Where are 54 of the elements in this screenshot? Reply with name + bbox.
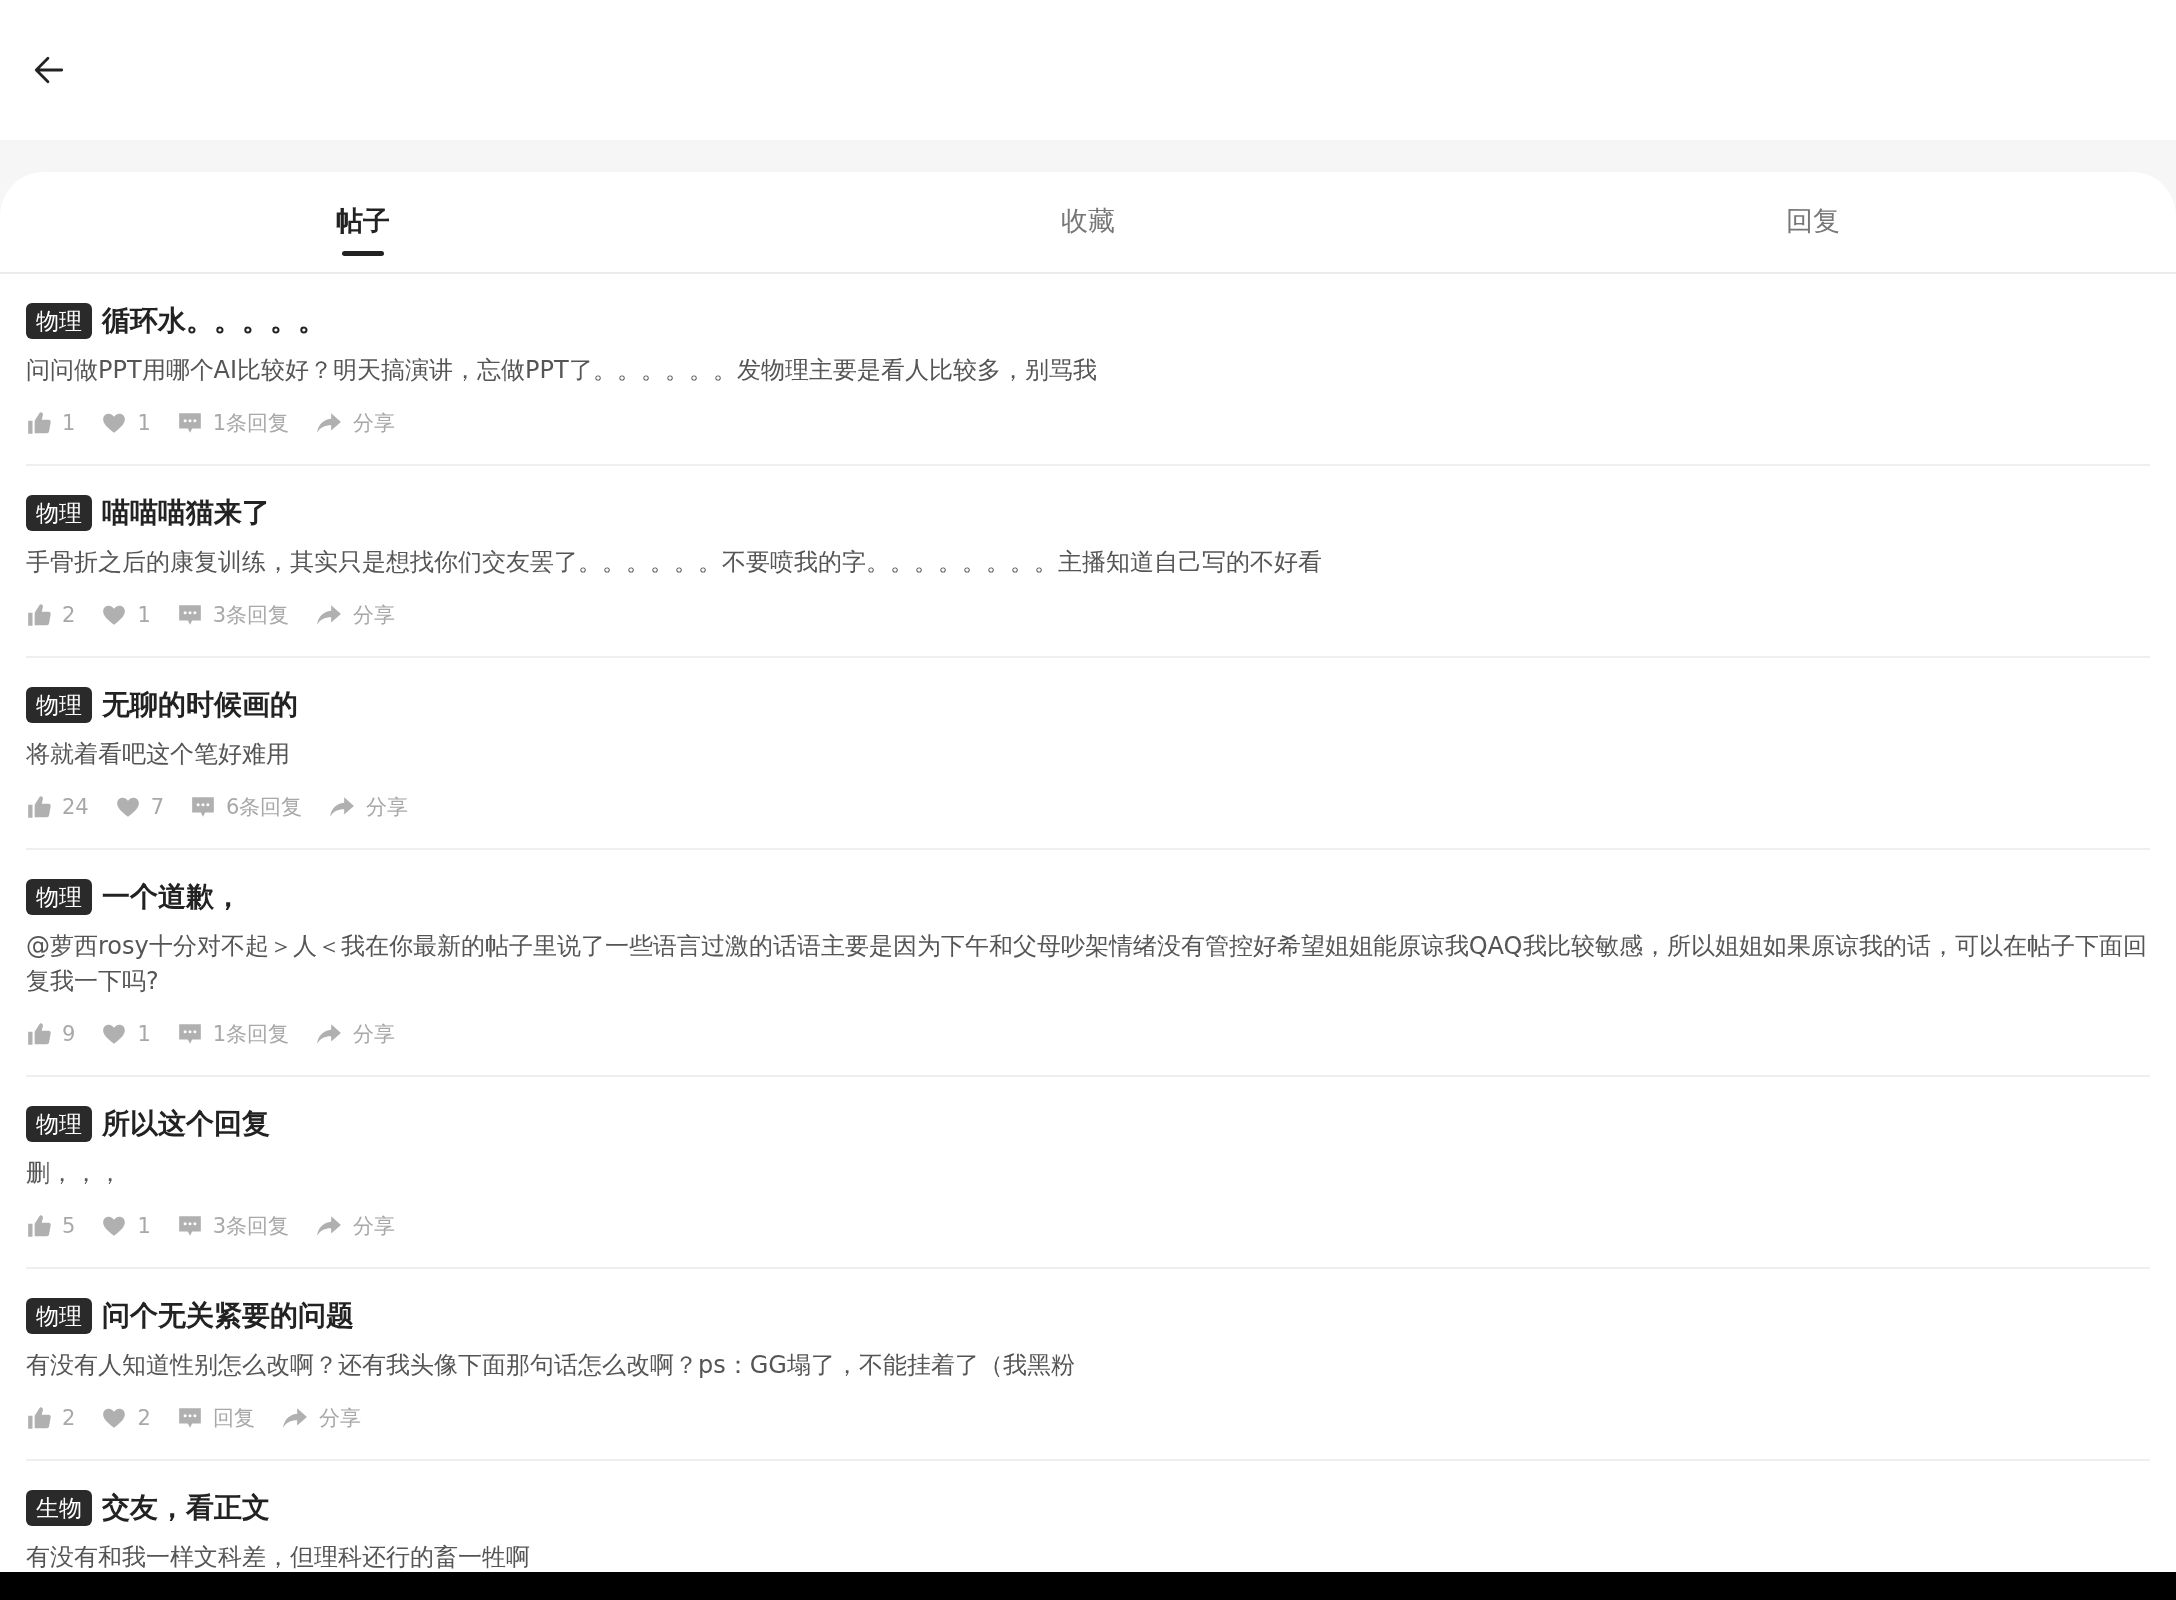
reply-count[interactable]: 回复 (212, 1404, 255, 1432)
thumbs-up-icon[interactable] (26, 410, 52, 436)
thumbs-up-icon[interactable] (26, 602, 52, 628)
category-tag: 物理 (26, 879, 92, 915)
like-count: 9 (62, 1022, 76, 1046)
reply-count[interactable]: 3条回复 (212, 1212, 290, 1240)
thumbs-up-icon[interactable] (26, 1213, 52, 1239)
reply-count[interactable]: 3条回复 (212, 601, 290, 629)
share-link[interactable]: 分享 (353, 1020, 396, 1048)
tab[interactable]: 帖子 (0, 172, 726, 272)
favorite-count: 2 (137, 1406, 151, 1430)
favorite-count: 1 (137, 1022, 151, 1046)
share-link[interactable]: 分享 (353, 601, 396, 629)
share-link[interactable]: 分享 (353, 409, 396, 437)
post-text: @萝西rosy十分对不起＞人＜我在你最新的帖子里说了一些语言过激的话语主要是因为下午和父母吵架情绪没有管控好希望姐姐能原谅我QAQ我比较敏感，所以姐姐如果原谅我的话，可以在帖子下面回复我一下吗? (26, 931, 2148, 997)
like-count: 2 (62, 603, 76, 627)
thumbs-up-icon[interactable] (26, 1021, 52, 1047)
thumbs-up-icon[interactable] (26, 1405, 52, 1431)
post-text: 将就着看吧这个笔好难用 (26, 739, 291, 770)
category-tag: 物理 (26, 687, 92, 723)
reply-count[interactable]: 1条回复 (212, 409, 290, 437)
like-count: 24 (62, 795, 89, 819)
category-tag: 物理 (26, 495, 92, 531)
tab[interactable]: 回复 (1450, 172, 2176, 272)
category-tag: 生物 (26, 1490, 92, 1526)
like-count: 2 (62, 1406, 76, 1430)
tab[interactable]: 收藏 (725, 172, 1451, 272)
reply-count[interactable]: 1条回复 (212, 1020, 290, 1048)
share-link[interactable]: 分享 (353, 1212, 396, 1240)
post-text: 删，，， (26, 1158, 123, 1189)
share-link[interactable]: 分享 (318, 1404, 361, 1432)
post-title[interactable]: 问个无关紧要的问题 (102, 1297, 354, 1335)
post-text: 有没有和我一样文科差，但理科还行的畜一牲啊 (26, 1542, 531, 1572)
post-text: 手骨折之后的康复训练，其实只是想找你们交友罢了。。。。。。不要喷我的字。。。。。。。。主播知道自己写的不好看 (26, 547, 1323, 578)
thumbs-up-icon[interactable] (26, 794, 52, 820)
favorite-count: 7 (150, 795, 165, 819)
post-title[interactable]: 喵喵喵猫来了 (102, 494, 270, 532)
favorite-count: 1 (137, 603, 151, 627)
post-title[interactable]: 无聊的时候画的 (102, 686, 298, 724)
post-title[interactable]: 循环水。。。。。 (102, 302, 326, 340)
post-text: 有没有人知道性别怎么改啊？还有我头像下面那句话怎么改啊？ps：GG塌了，不能挂着了（我黑粉 (26, 1350, 1076, 1381)
reply-count[interactable]: 6条回复 (226, 793, 303, 821)
post-title[interactable]: 交友，看正文 (102, 1489, 270, 1527)
category-tag: 物理 (26, 1106, 92, 1142)
like-count: 5 (62, 1214, 76, 1238)
post-title[interactable]: 一个道歉， (102, 878, 242, 916)
category-tag: 物理 (26, 303, 92, 339)
share-link[interactable]: 分享 (366, 793, 409, 821)
post-title[interactable]: 所以这个回复 (102, 1105, 270, 1143)
post-text: 问问做PPT用哪个AI比较好？明天搞演讲，忘做PPT了。。。。。。发物理主要是看人比较多，别骂我 (26, 355, 1098, 386)
like-count: 1 (62, 411, 76, 435)
category-tag: 物理 (26, 1298, 92, 1334)
favorite-count: 1 (137, 411, 151, 435)
favorite-count: 1 (137, 1214, 151, 1238)
